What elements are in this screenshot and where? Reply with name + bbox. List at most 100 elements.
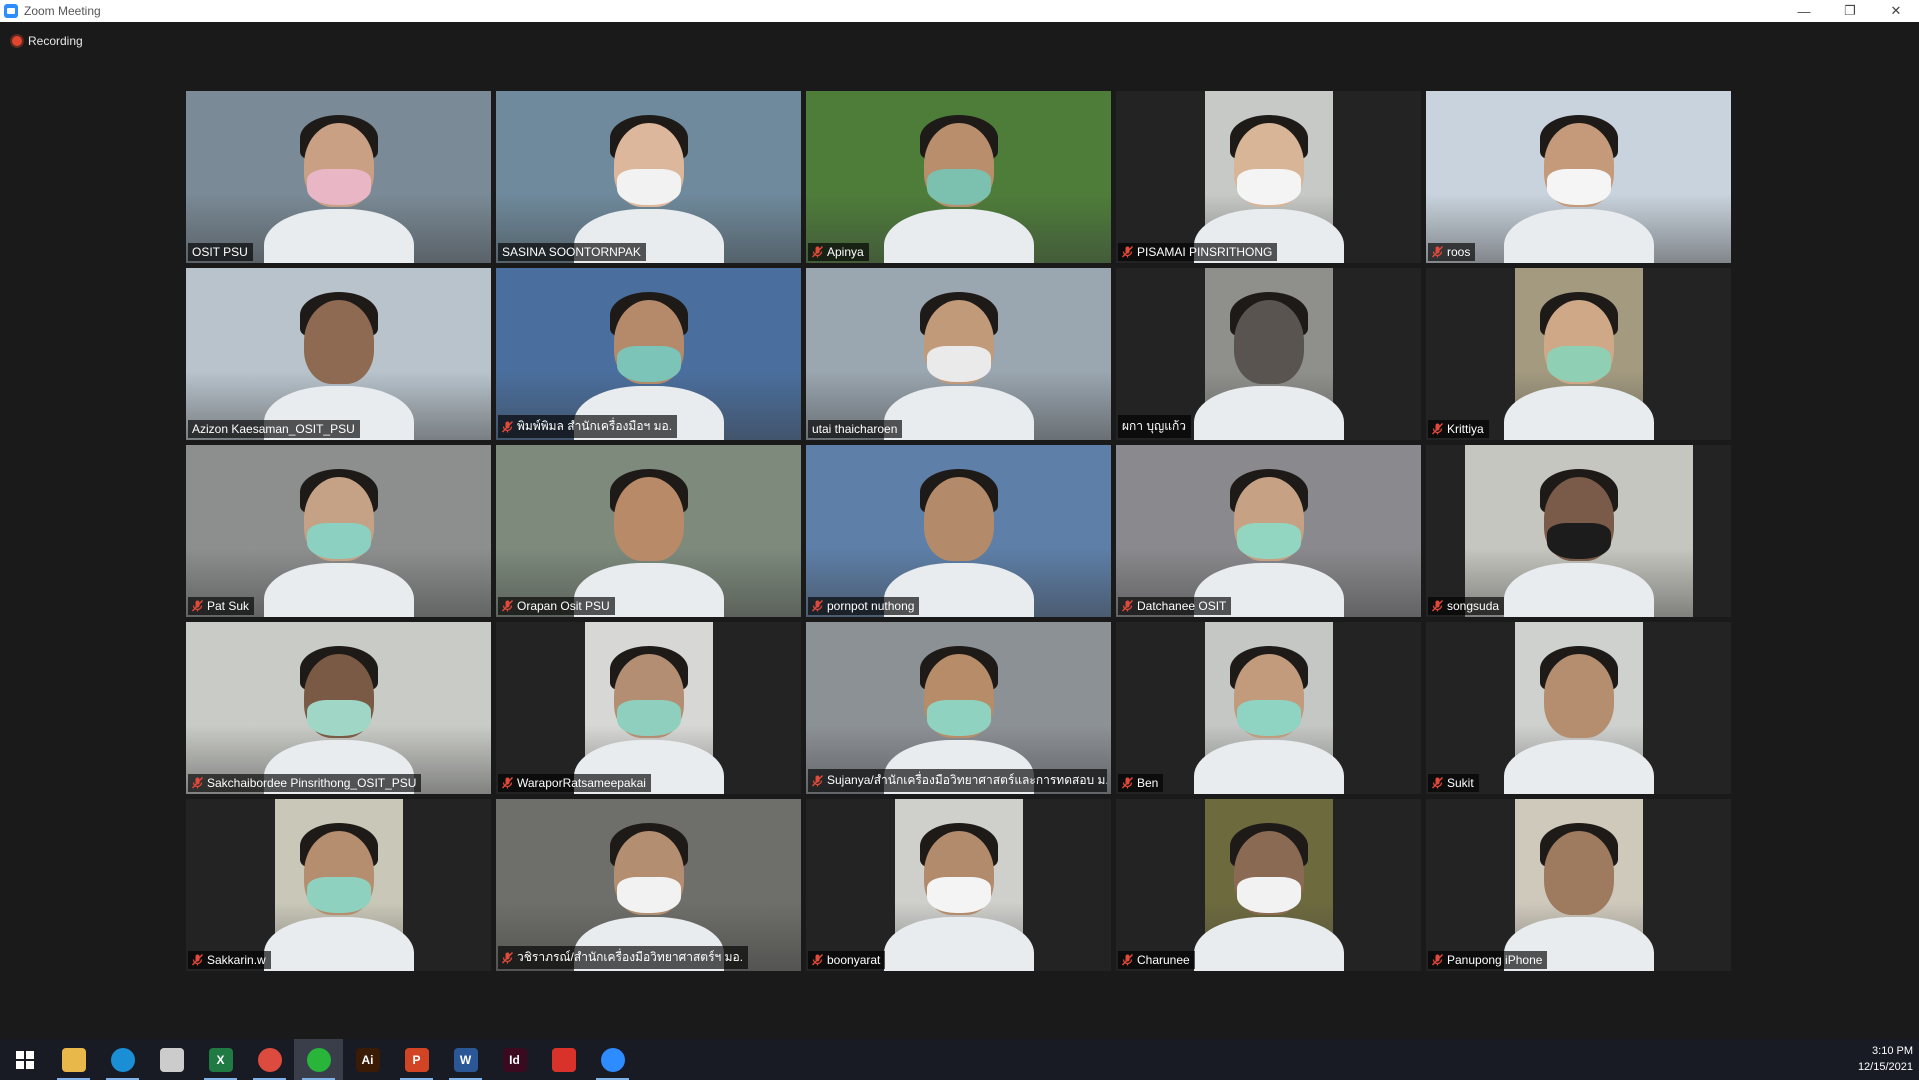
restore-button[interactable]: ❐	[1827, 0, 1873, 22]
recording-label: Recording	[28, 34, 83, 48]
participant-nameplate: WaraporRatsameepakai	[498, 774, 651, 792]
participant-tile[interactable]: roos	[1426, 91, 1731, 263]
participant-body	[883, 209, 1034, 263]
participant-video	[1503, 622, 1654, 794]
participant-face	[1233, 300, 1304, 384]
participant-nameplate: Azizon Kaesaman_OSIT_PSU	[188, 420, 360, 438]
participant-face	[1543, 654, 1614, 738]
taskbar-acrobat-button[interactable]	[539, 1039, 588, 1080]
participant-tile[interactable]: SASINA SOONTORNPAK	[496, 91, 801, 263]
face-mask	[616, 169, 681, 205]
taskbar-indesign-button[interactable]: Id	[490, 1039, 539, 1080]
taskbar-zoom-button[interactable]	[588, 1039, 637, 1080]
participant-tile[interactable]: Krittiya	[1426, 268, 1731, 440]
face-mask	[1236, 877, 1301, 913]
participant-name: roos	[1447, 245, 1471, 259]
taskbar-file-explorer-button[interactable]	[49, 1039, 98, 1080]
participant-video	[186, 445, 491, 617]
face-mask	[1236, 169, 1301, 205]
participant-tile[interactable]: utai thaicharoen	[806, 268, 1111, 440]
participant-tile[interactable]: Sukit	[1426, 622, 1731, 794]
taskbar-illustrator-button[interactable]: Ai	[343, 1039, 392, 1080]
participant-name: Charunee	[1137, 953, 1190, 967]
word-icon: W	[453, 1047, 478, 1072]
windows-taskbar: X Ai P W Id 3:10 PM 12/15/2021	[0, 1039, 1919, 1080]
taskbar-powerpoint-button[interactable]: P	[392, 1039, 441, 1080]
participant-video	[496, 91, 801, 263]
close-button[interactable]: ✕	[1873, 0, 1919, 22]
participant-tile[interactable]: Orapan Osit PSU	[496, 445, 801, 617]
participant-name: Sakchaibordee Pinsrithong_OSIT_PSU	[207, 776, 417, 790]
participant-tile[interactable]: PISAMAI PINSRITHONG	[1116, 91, 1421, 263]
title-bar: Zoom Meeting — ❐ ✕	[0, 0, 1919, 22]
participant-nameplate: utai thaicharoen	[808, 420, 903, 438]
participant-nameplate: พิมพ์พิมล สำนักเครื่องมือฯ มอ.	[498, 415, 678, 438]
participant-nameplate: PISAMAI PINSRITHONG	[1118, 243, 1278, 261]
participant-tile[interactable]: Pat Suk	[186, 445, 491, 617]
excel-icon: X	[208, 1047, 233, 1072]
participant-name: Datchanee OSIT	[1137, 599, 1227, 613]
participant-face	[923, 477, 994, 561]
muted-mic-icon	[1122, 777, 1133, 789]
taskbar-items: X Ai P W Id	[0, 1039, 637, 1080]
face-mask	[616, 346, 681, 382]
face-mask	[1236, 700, 1301, 736]
face-mask	[1236, 523, 1301, 559]
participant-name: OSIT PSU	[192, 245, 248, 259]
recording-indicator[interactable]: Recording	[12, 34, 83, 48]
participant-tile[interactable]: WaraporRatsameepakai	[496, 622, 801, 794]
meeting-area: Recording OSIT PSU SASINA SOONTORNPAK Apin…	[0, 22, 1919, 1039]
powerpoint-icon: P	[404, 1047, 429, 1072]
participant-tile[interactable]: Sujanya/สำนักเครื่องมือวิทยาศาสตร์และการ…	[806, 622, 1111, 794]
taskbar-excel-button[interactable]: X	[196, 1039, 245, 1080]
participant-tile[interactable]: Azizon Kaesaman_OSIT_PSU	[186, 268, 491, 440]
indesign-icon: Id	[502, 1047, 527, 1072]
participant-name: songsuda	[1447, 599, 1500, 613]
participant-tile[interactable]: boonyarat	[806, 799, 1111, 971]
participant-tile[interactable]: Sakchaibordee Pinsrithong_OSIT_PSU	[186, 622, 491, 794]
window-title: Zoom Meeting	[24, 4, 101, 18]
taskbar-edge-button[interactable]	[98, 1039, 147, 1080]
muted-mic-icon	[502, 777, 513, 789]
participant-tile[interactable]: songsuda	[1426, 445, 1731, 617]
participant-nameplate: Datchanee OSIT	[1118, 597, 1232, 615]
participant-tile[interactable]: ผกา บุญแก้ว	[1116, 268, 1421, 440]
minimize-button[interactable]: —	[1781, 0, 1827, 22]
taskbar-line-button[interactable]	[294, 1039, 343, 1080]
muted-mic-icon	[1122, 600, 1133, 612]
participant-nameplate: Panupong iPhone	[1428, 951, 1548, 969]
participant-tile[interactable]: Panupong iPhone	[1426, 799, 1731, 971]
muted-mic-icon	[1432, 423, 1443, 435]
participant-nameplate: Ben	[1118, 774, 1164, 792]
participant-tile[interactable]: OSIT PSU	[186, 91, 491, 263]
taskbar-clock[interactable]: 3:10 PM 12/15/2021	[1858, 1043, 1913, 1075]
participant-tile[interactable]: Sakkarin.w	[186, 799, 491, 971]
participant-name: วชิราภรณ์/สำนักเครื่องมือวิทยาศาสตร์ฯ มอ…	[517, 950, 744, 964]
participant-name: Pat Suk	[207, 599, 250, 613]
participant-tile[interactable]: Apinya	[806, 91, 1111, 263]
participant-video	[1503, 268, 1654, 440]
taskbar-word-button[interactable]: W	[441, 1039, 490, 1080]
participant-tile[interactable]: วชิราภรณ์/สำนักเครื่องมือวิทยาศาสตร์ฯ มอ…	[496, 799, 801, 971]
participant-name: Sujanya/สำนักเครื่องมือวิทยาศาสตร์และการ…	[827, 773, 1107, 787]
participant-tile[interactable]: พิมพ์พิมล สำนักเครื่องมือฯ มอ.	[496, 268, 801, 440]
participant-tile[interactable]: Ben	[1116, 622, 1421, 794]
participant-nameplate: Charunee	[1118, 951, 1195, 969]
participant-tile[interactable]: Datchanee OSIT	[1116, 445, 1421, 617]
participant-tile[interactable]: Charunee	[1116, 799, 1421, 971]
participant-face	[1543, 831, 1614, 915]
participant-body	[883, 917, 1034, 971]
muted-mic-icon	[1122, 954, 1133, 966]
participant-body	[883, 386, 1034, 440]
face-mask	[926, 346, 991, 382]
taskbar-windows-start-button[interactable]	[0, 1039, 49, 1080]
participant-nameplate: songsuda	[1428, 597, 1505, 615]
participant-video	[1193, 622, 1344, 794]
chrome-icon	[257, 1047, 282, 1072]
taskbar-chrome-button[interactable]	[245, 1039, 294, 1080]
participant-tile[interactable]: pornpot nuthong	[806, 445, 1111, 617]
taskbar-qr-app-button[interactable]	[147, 1039, 196, 1080]
zoom-app-icon	[4, 4, 18, 18]
participant-body	[1503, 209, 1654, 263]
participant-video	[806, 91, 1111, 263]
